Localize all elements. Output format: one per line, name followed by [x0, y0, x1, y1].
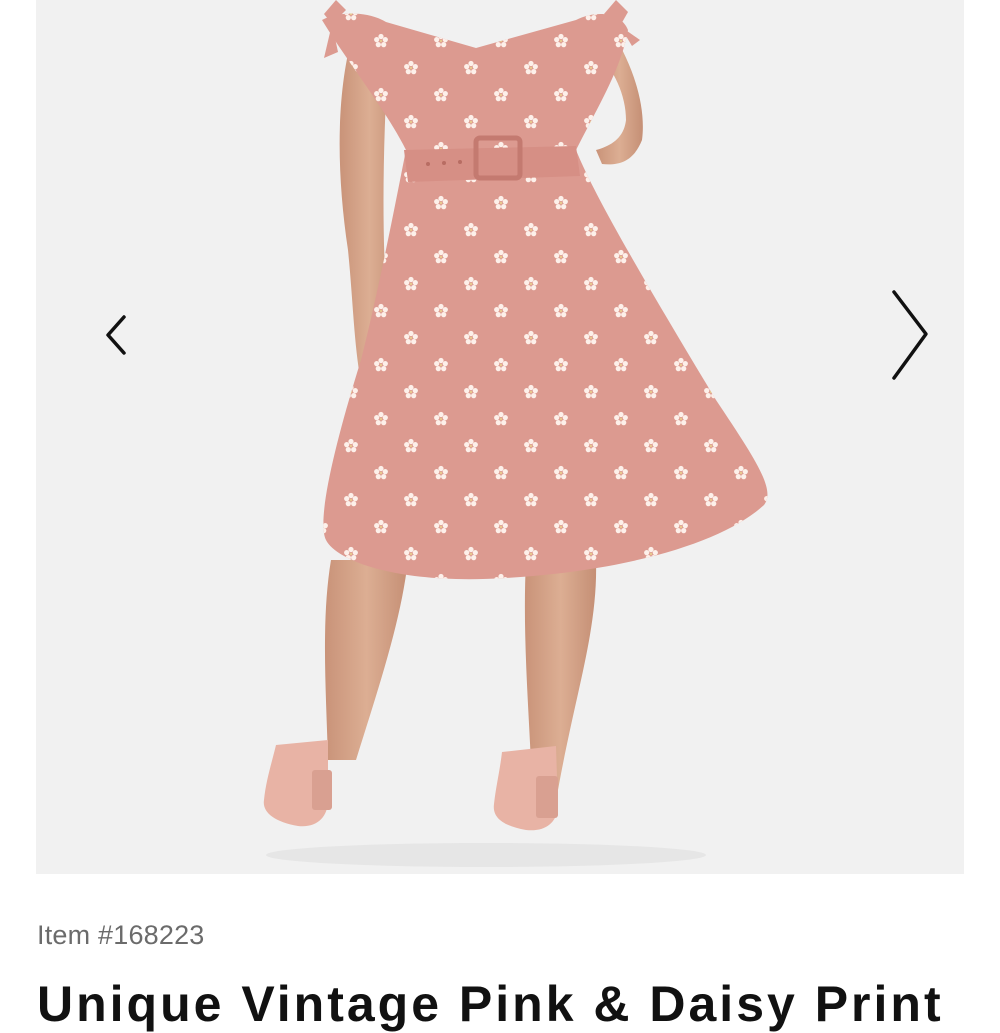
item-number: Item #168223	[37, 920, 205, 950]
chevron-right-icon	[892, 290, 928, 380]
chevron-left-icon	[106, 315, 126, 355]
product-image-gallery	[0, 0, 1000, 880]
product-title: Unique Vintage Pink & Daisy Print	[37, 976, 944, 1032]
next-image-button[interactable]	[880, 282, 940, 388]
product-photo	[36, 0, 964, 874]
previous-image-button[interactable]	[96, 305, 140, 365]
